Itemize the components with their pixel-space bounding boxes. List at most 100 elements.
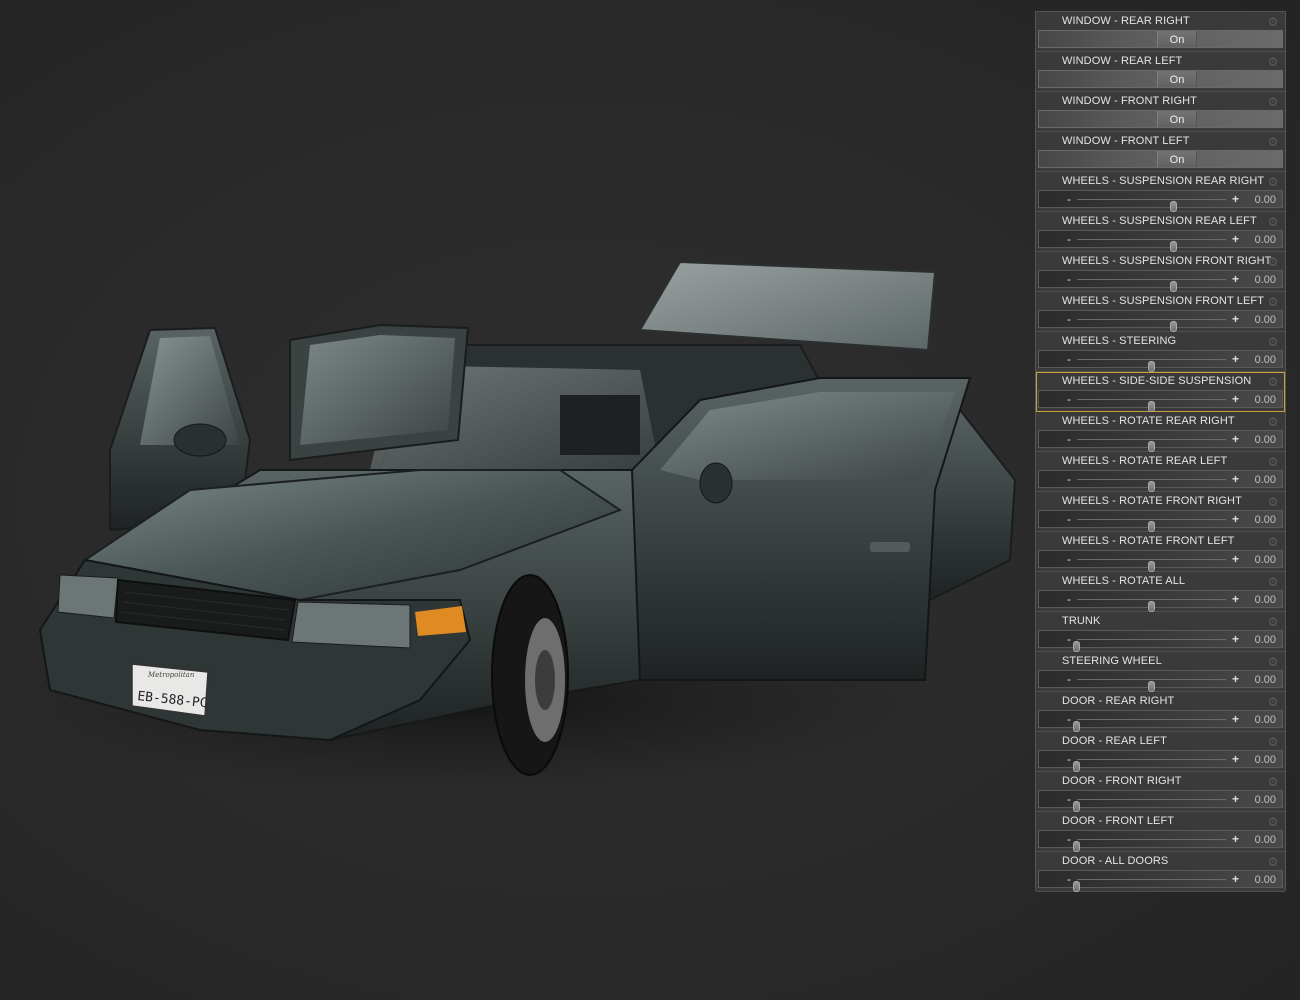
slider-track[interactable] xyxy=(1077,199,1226,212)
value-slider[interactable]: - +0.00 xyxy=(1038,510,1283,532)
slider-thumb[interactable] xyxy=(1147,361,1155,372)
param-row[interactable]: DOOR - REAR LEFT ⚙ - +0.00 xyxy=(1036,732,1285,772)
slider-value[interactable]: 0.00 xyxy=(1255,751,1276,769)
slider-value[interactable]: 0.00 xyxy=(1255,511,1276,529)
param-row[interactable]: WHEELS - ROTATE FRONT RIGHT ⚙ - +0.00 xyxy=(1036,492,1285,532)
gear-icon[interactable]: ⚙ xyxy=(1267,176,1279,188)
slider-value[interactable]: 0.00 xyxy=(1255,711,1276,729)
slider-thumb[interactable] xyxy=(1073,721,1080,732)
plus-icon[interactable]: + xyxy=(1232,511,1239,527)
slider-thumb[interactable] xyxy=(1147,401,1155,412)
param-row[interactable]: STEERING WHEEL ⚙ - +0.00 xyxy=(1036,652,1285,692)
slider-thumb[interactable] xyxy=(1073,841,1080,852)
slider-track[interactable] xyxy=(1073,879,1226,892)
value-slider[interactable]: - +0.00 xyxy=(1038,310,1283,332)
param-row[interactable]: WINDOW - REAR RIGHT ⚙ On xyxy=(1036,12,1285,52)
value-slider[interactable]: - +0.00 xyxy=(1038,870,1283,892)
plus-icon[interactable]: + xyxy=(1232,351,1239,367)
slider-thumb[interactable] xyxy=(1073,761,1080,772)
slider-track[interactable] xyxy=(1073,839,1226,852)
slider-thumb[interactable] xyxy=(1147,561,1155,572)
slider-thumb[interactable] xyxy=(1073,641,1080,652)
minus-icon[interactable]: - xyxy=(1067,711,1071,727)
value-slider[interactable]: - +0.00 xyxy=(1038,550,1283,572)
slider-track[interactable] xyxy=(1073,639,1226,652)
plus-icon[interactable]: + xyxy=(1232,591,1239,607)
gear-icon[interactable]: ⚙ xyxy=(1267,96,1279,108)
plus-icon[interactable]: + xyxy=(1232,391,1239,407)
plus-icon[interactable]: + xyxy=(1232,191,1239,207)
param-row[interactable]: DOOR - REAR RIGHT ⚙ - +0.00 xyxy=(1036,692,1285,732)
param-row[interactable]: WHEELS - SUSPENSION FRONT RIGHT ⚙ - +0.00 xyxy=(1036,252,1285,292)
param-row[interactable]: WHEELS - SUSPENSION FRONT LEFT ⚙ - +0.00 xyxy=(1036,292,1285,332)
gear-icon[interactable]: ⚙ xyxy=(1267,496,1279,508)
slider-track[interactable] xyxy=(1077,399,1226,412)
value-slider[interactable]: - +0.00 xyxy=(1038,430,1283,452)
param-row[interactable]: WINDOW - REAR LEFT ⚙ On xyxy=(1036,52,1285,92)
value-slider[interactable]: - +0.00 xyxy=(1038,350,1283,372)
param-row[interactable]: DOOR - FRONT LEFT ⚙ - +0.00 xyxy=(1036,812,1285,852)
plus-icon[interactable]: + xyxy=(1232,791,1239,807)
minus-icon[interactable]: - xyxy=(1067,831,1071,847)
plus-icon[interactable]: + xyxy=(1232,751,1239,767)
slider-value[interactable]: 0.00 xyxy=(1255,831,1276,849)
value-slider[interactable]: - +0.00 xyxy=(1038,270,1283,292)
plus-icon[interactable]: + xyxy=(1232,711,1239,727)
value-slider[interactable]: - +0.00 xyxy=(1038,630,1283,652)
slider-thumb[interactable] xyxy=(1147,681,1155,692)
gear-icon[interactable]: ⚙ xyxy=(1267,16,1279,28)
value-slider[interactable]: - +0.00 xyxy=(1038,750,1283,772)
toggle-switch[interactable]: On xyxy=(1038,110,1283,128)
plus-icon[interactable]: + xyxy=(1232,551,1239,567)
slider-thumb[interactable] xyxy=(1169,321,1177,332)
slider-track[interactable] xyxy=(1077,519,1226,532)
slider-track[interactable] xyxy=(1077,319,1226,332)
minus-icon[interactable]: - xyxy=(1067,871,1071,887)
minus-icon[interactable]: - xyxy=(1067,191,1071,207)
gear-icon[interactable]: ⚙ xyxy=(1267,776,1279,788)
gear-icon[interactable]: ⚙ xyxy=(1267,256,1279,268)
minus-icon[interactable]: - xyxy=(1067,671,1071,687)
gear-icon[interactable]: ⚙ xyxy=(1267,816,1279,828)
param-row[interactable]: WHEELS - ROTATE REAR LEFT ⚙ - +0.00 xyxy=(1036,452,1285,492)
value-slider[interactable]: - +0.00 xyxy=(1038,590,1283,612)
toggle-switch[interactable]: On xyxy=(1038,70,1283,88)
minus-icon[interactable]: - xyxy=(1067,271,1071,287)
param-row[interactable]: WINDOW - FRONT RIGHT ⚙ On xyxy=(1036,92,1285,132)
slider-value[interactable]: 0.00 xyxy=(1255,551,1276,569)
gear-icon[interactable]: ⚙ xyxy=(1267,416,1279,428)
slider-thumb[interactable] xyxy=(1147,601,1155,612)
param-row[interactable]: WHEELS - ROTATE REAR RIGHT ⚙ - +0.00 xyxy=(1036,412,1285,452)
param-row[interactable]: WHEELS - ROTATE ALL ⚙ - +0.00 xyxy=(1036,572,1285,612)
gear-icon[interactable]: ⚙ xyxy=(1267,216,1279,228)
slider-value[interactable]: 0.00 xyxy=(1255,471,1276,489)
3d-viewport[interactable]: Metropolitan EB-588-PC xyxy=(0,0,1030,1000)
param-row[interactable]: WHEELS - STEERING ⚙ - +0.00 xyxy=(1036,332,1285,372)
slider-value[interactable]: 0.00 xyxy=(1255,191,1276,209)
gear-icon[interactable]: ⚙ xyxy=(1267,56,1279,68)
plus-icon[interactable]: + xyxy=(1232,871,1239,887)
param-row[interactable]: WHEELS - ROTATE FRONT LEFT ⚙ - +0.00 xyxy=(1036,532,1285,572)
minus-icon[interactable]: - xyxy=(1067,431,1071,447)
slider-value[interactable]: 0.00 xyxy=(1255,631,1276,649)
slider-value[interactable]: 0.00 xyxy=(1255,871,1276,889)
slider-track[interactable] xyxy=(1073,719,1226,732)
toggle-switch[interactable]: On xyxy=(1038,30,1283,48)
minus-icon[interactable]: - xyxy=(1067,631,1071,647)
slider-track[interactable] xyxy=(1073,799,1226,812)
param-row[interactable]: WHEELS - SUSPENSION REAR LEFT ⚙ - +0.00 xyxy=(1036,212,1285,252)
gear-icon[interactable]: ⚙ xyxy=(1267,656,1279,668)
plus-icon[interactable]: + xyxy=(1232,231,1239,247)
gear-icon[interactable]: ⚙ xyxy=(1267,376,1279,388)
param-row[interactable]: WHEELS - SUSPENSION REAR RIGHT ⚙ - +0.00 xyxy=(1036,172,1285,212)
minus-icon[interactable]: - xyxy=(1067,391,1071,407)
minus-icon[interactable]: - xyxy=(1067,351,1071,367)
minus-icon[interactable]: - xyxy=(1067,231,1071,247)
value-slider[interactable]: - +0.00 xyxy=(1038,830,1283,852)
value-slider[interactable]: - +0.00 xyxy=(1038,790,1283,812)
gear-icon[interactable]: ⚙ xyxy=(1267,616,1279,628)
gear-icon[interactable]: ⚙ xyxy=(1267,136,1279,148)
slider-thumb[interactable] xyxy=(1147,521,1155,532)
minus-icon[interactable]: - xyxy=(1067,591,1071,607)
gear-icon[interactable]: ⚙ xyxy=(1267,336,1279,348)
